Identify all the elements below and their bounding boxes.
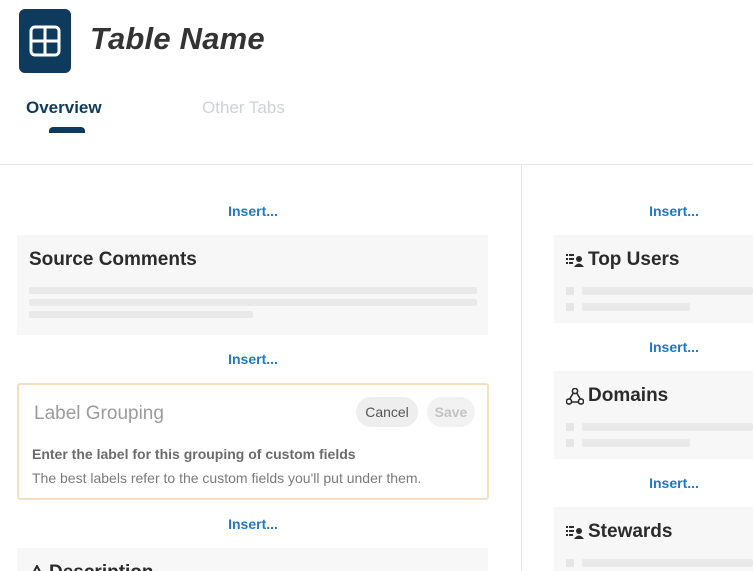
skeleton-line bbox=[582, 303, 690, 311]
save-button[interactable]: Save bbox=[427, 397, 475, 427]
domains-label: Domains bbox=[588, 385, 669, 406]
header-divider bbox=[0, 164, 753, 165]
tab-overview[interactable]: Overview bbox=[26, 98, 102, 118]
cancel-button[interactable]: Cancel bbox=[356, 397, 418, 427]
skeleton-line bbox=[29, 299, 477, 306]
label-grouping-editor: Label Grouping Cancel Save Enter the lab… bbox=[17, 383, 489, 500]
hint-description: The best labels refer to the custom fiel… bbox=[32, 470, 422, 486]
skeleton-dot bbox=[566, 287, 574, 295]
column-divider bbox=[521, 165, 522, 571]
label-grouping-input[interactable]: Label Grouping bbox=[34, 403, 164, 425]
hint-title: Enter the label for this grouping of cus… bbox=[32, 446, 356, 462]
insert-link[interactable]: Insert... bbox=[649, 339, 699, 355]
source-comments-card: Source Comments bbox=[17, 235, 488, 335]
skeleton-dot bbox=[566, 439, 574, 447]
domains-card: Domains bbox=[554, 371, 753, 459]
description-title: Description bbox=[29, 562, 154, 571]
top-users-title: Top Users bbox=[566, 249, 680, 271]
stewards-list-icon bbox=[566, 524, 584, 540]
stewards-card: Stewards bbox=[554, 507, 753, 571]
page-title: Table Name bbox=[90, 21, 265, 56]
domains-icon bbox=[566, 387, 584, 405]
stewards-label: Stewards bbox=[588, 521, 673, 542]
skeleton-line bbox=[582, 287, 753, 295]
table-grid-icon bbox=[19, 9, 71, 73]
skeleton-line bbox=[582, 423, 753, 431]
stewards-title: Stewards bbox=[566, 521, 672, 543]
skeleton-dot bbox=[566, 559, 574, 567]
description-label: Description bbox=[49, 562, 154, 571]
insert-link[interactable]: Insert... bbox=[228, 203, 278, 219]
users-list-icon bbox=[566, 252, 584, 268]
insert-link[interactable]: Insert... bbox=[649, 203, 699, 219]
insert-link[interactable]: Insert... bbox=[228, 351, 278, 367]
top-users-label: Top Users bbox=[588, 249, 680, 270]
source-comments-title: Source Comments bbox=[29, 249, 197, 270]
insert-link[interactable]: Insert... bbox=[228, 516, 278, 532]
insert-link[interactable]: Insert... bbox=[649, 475, 699, 491]
skeleton-line bbox=[29, 311, 253, 318]
skeleton-line bbox=[582, 439, 690, 447]
description-card: Description bbox=[17, 548, 488, 571]
skeleton-dot bbox=[566, 423, 574, 431]
active-tab-indicator bbox=[49, 127, 85, 133]
top-users-card: Top Users bbox=[554, 235, 753, 323]
warning-icon bbox=[29, 565, 45, 571]
tab-other-tabs[interactable]: Other Tabs bbox=[202, 98, 285, 118]
skeleton-dot bbox=[566, 303, 574, 311]
domains-title: Domains bbox=[566, 385, 668, 407]
skeleton-line bbox=[582, 559, 753, 567]
skeleton-line bbox=[29, 287, 477, 294]
